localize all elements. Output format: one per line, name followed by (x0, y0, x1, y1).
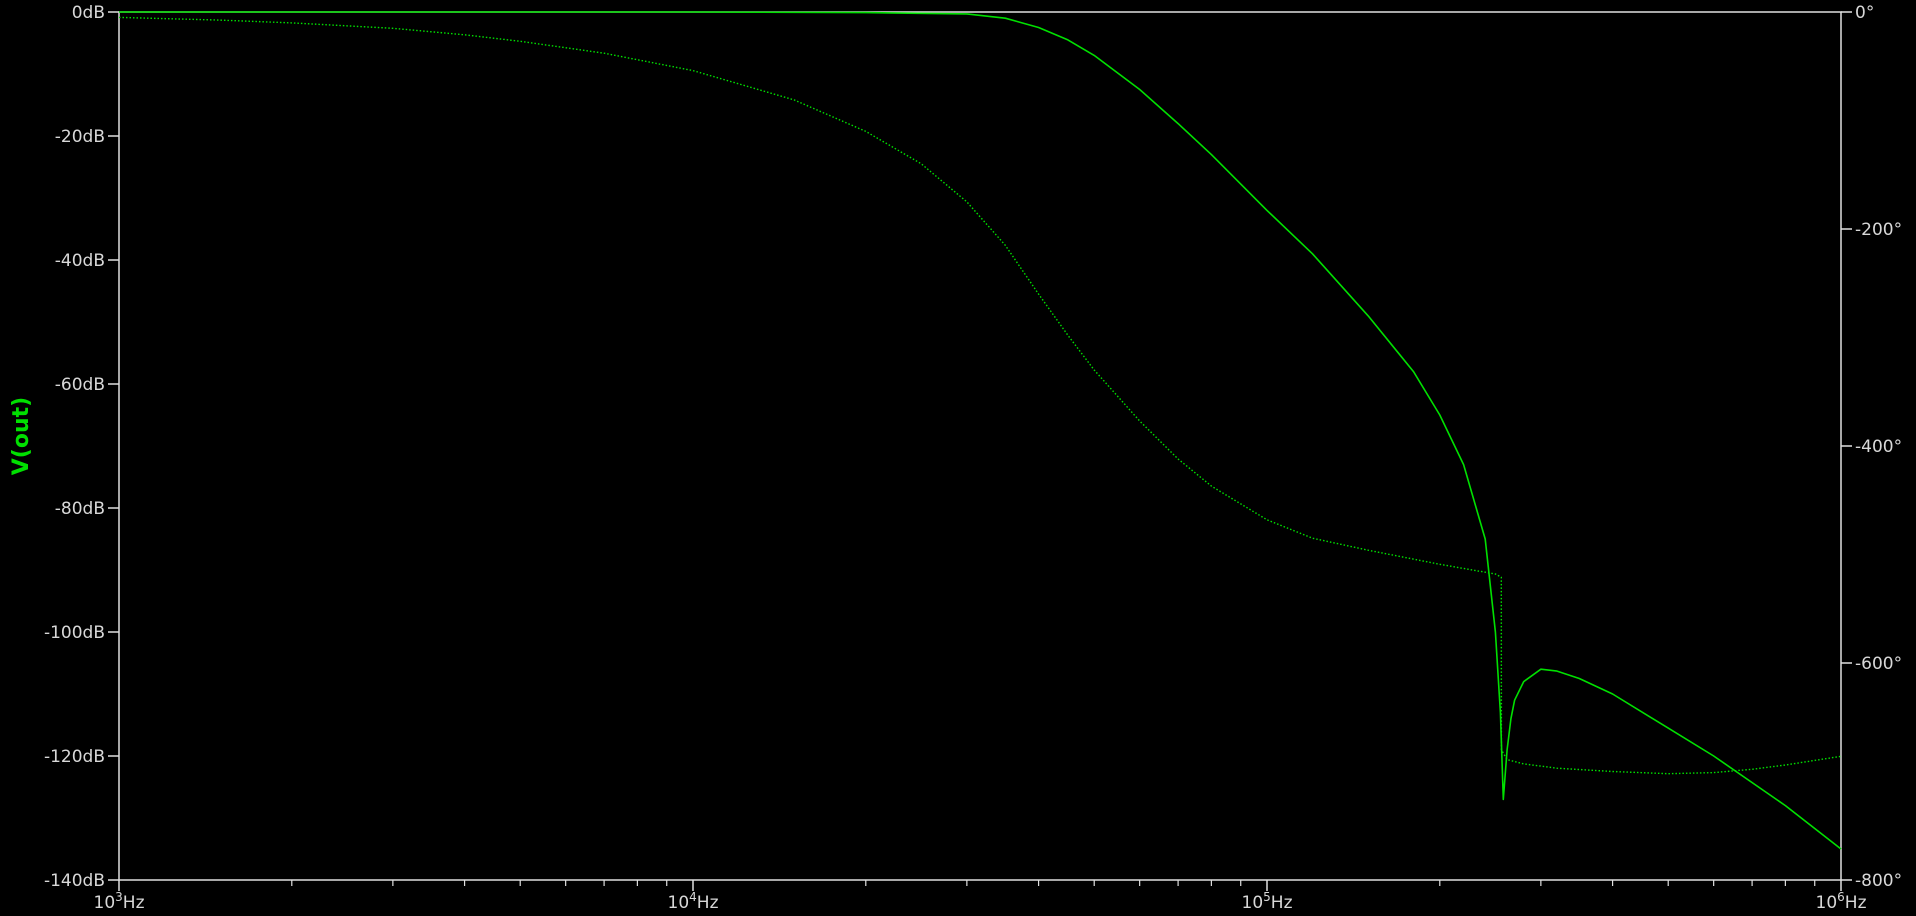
y-right-tick-label: -600° (1855, 654, 1902, 674)
y-left-tick-label: -120dB (44, 747, 105, 767)
y-right-tick-label: 0° (1855, 3, 1874, 23)
y-axis-title: V(out) (9, 397, 34, 475)
y-left-tick-label: -80dB (55, 499, 105, 519)
x-tick-base: 10 (1242, 893, 1264, 913)
bode-plot: 103Hz 104Hz 105Hz 106Hz 0dB-20dB-40dB-60dB-… (0, 0, 1916, 916)
x-tick-exponent: 4 (689, 890, 697, 904)
y-left-tick-label: -40dB (55, 251, 105, 271)
plot-background (0, 0, 1916, 916)
x-tick-base: 10 (94, 893, 116, 913)
x-tick-unit: Hz (1271, 893, 1293, 913)
y-left-tick-label: -60dB (55, 375, 105, 395)
x-tick-exponent: 5 (1263, 890, 1271, 904)
y-right-tick-label: -200° (1855, 220, 1902, 240)
y-right-tick-label: -400° (1855, 437, 1902, 457)
y-left-tick-label: -20dB (55, 127, 105, 147)
x-tick-unit: Hz (697, 893, 719, 913)
x-tick-base: 10 (1816, 893, 1838, 913)
x-tick-base: 10 (668, 893, 690, 913)
y-left-tick-label: 0dB (72, 3, 105, 23)
y-left-tick-label: -100dB (44, 623, 105, 643)
x-tick-unit: Hz (1845, 893, 1867, 913)
y-right-tick-label: -800° (1855, 871, 1902, 891)
x-tick-exponent: 6 (1837, 890, 1845, 904)
x-tick-exponent: 3 (115, 890, 123, 904)
y-left-tick-label: -140dB (44, 871, 105, 891)
x-tick-unit: Hz (123, 893, 145, 913)
